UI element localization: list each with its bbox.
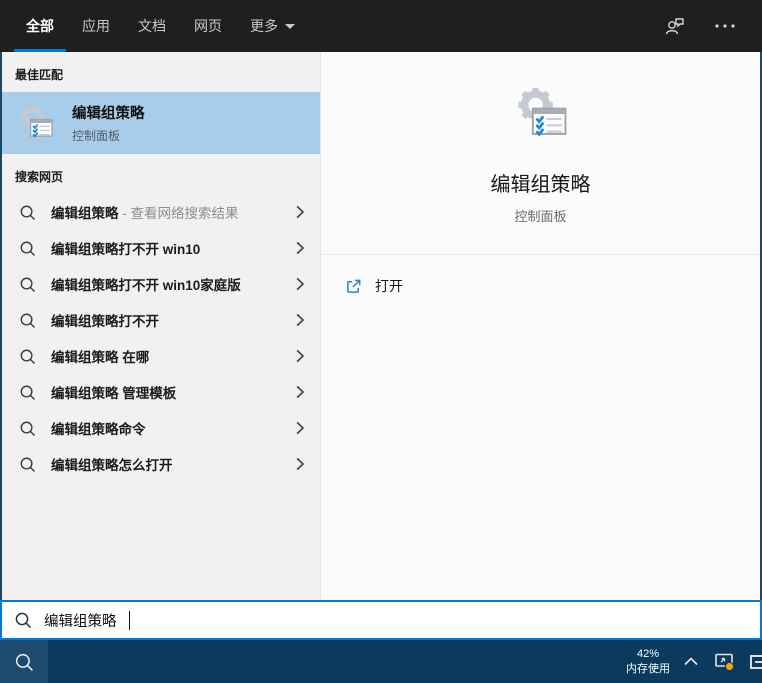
search-icon bbox=[19, 276, 36, 293]
best-match-subtitle: 控制面板 bbox=[72, 129, 121, 143]
best-match-header: 最佳匹配 bbox=[15, 68, 64, 82]
suggestion-row[interactable]: 编辑组策略打不开 bbox=[2, 302, 320, 338]
feedback-icon[interactable] bbox=[664, 15, 686, 37]
tab-apps-label: 应用 bbox=[82, 18, 110, 34]
search-icon bbox=[19, 204, 36, 221]
preview-title: 编辑组策略 bbox=[490, 174, 591, 196]
open-in-new-icon bbox=[345, 278, 362, 295]
text-cursor bbox=[128, 610, 130, 630]
open-action-label: 打开 bbox=[375, 278, 403, 294]
memory-usage-indicator[interactable]: 42% 内存使用 bbox=[626, 647, 670, 676]
memory-percent: 42% bbox=[636, 648, 660, 661]
suggestion-row[interactable]: 编辑组策略命令 bbox=[2, 410, 320, 446]
search-icon bbox=[19, 384, 36, 401]
dropdown-arrow-icon bbox=[285, 23, 295, 29]
suggestion-row[interactable]: 编辑组策略打不开 win10家庭版 bbox=[2, 266, 320, 302]
search-icon bbox=[19, 312, 36, 329]
suggestion-row[interactable]: 编辑组策略打不开 win10 bbox=[2, 230, 320, 266]
topbar-actions bbox=[664, 0, 762, 52]
search-icon bbox=[19, 420, 36, 437]
group-policy-icon bbox=[17, 104, 55, 142]
suggestion-row[interactable]: 编辑组策略怎么打开 bbox=[2, 446, 320, 482]
tab-apps[interactable]: 应用 bbox=[68, 0, 124, 52]
chevron-right-icon bbox=[296, 241, 305, 255]
best-match-title: 编辑组策略 bbox=[72, 106, 145, 122]
search-icon bbox=[19, 456, 36, 473]
taskbar: 42% 内存使用 bbox=[0, 640, 762, 683]
tab-more-label: 更多 bbox=[250, 18, 278, 34]
preview-pane: 编辑组策略 控制面板 打开 bbox=[320, 52, 760, 600]
chevron-right-icon bbox=[296, 205, 305, 219]
preview-divider bbox=[321, 254, 760, 255]
tab-all-label: 全部 bbox=[26, 18, 54, 34]
taskbar-empty-area bbox=[48, 640, 626, 683]
tab-web-label: 网页 bbox=[194, 18, 222, 34]
memory-label: 内存使用 bbox=[626, 662, 670, 675]
chevron-right-icon bbox=[296, 457, 305, 471]
tab-documents-label: 文档 bbox=[138, 18, 166, 34]
chevron-right-icon bbox=[296, 385, 305, 399]
tab-web[interactable]: 网页 bbox=[180, 0, 236, 52]
search-input-value: 编辑组策略 bbox=[44, 613, 117, 630]
search-icon bbox=[14, 611, 32, 629]
suggestion-row[interactable]: 编辑组策略 - 查看网络搜索结果 bbox=[2, 194, 320, 230]
search-filter-tabbar: 全部 应用 文档 网页 更多 bbox=[0, 0, 762, 52]
chevron-right-icon bbox=[296, 421, 305, 435]
suggestion-row[interactable]: 编辑组策略 管理模板 bbox=[2, 374, 320, 410]
taskbar-search-button[interactable] bbox=[0, 640, 48, 683]
group-policy-icon-large bbox=[512, 85, 570, 143]
show-hidden-icons-chevron[interactable] bbox=[682, 653, 700, 670]
search-icon bbox=[19, 240, 36, 257]
chevron-right-icon bbox=[296, 349, 305, 363]
tab-documents[interactable]: 文档 bbox=[124, 0, 180, 52]
search-flyout-window: 全部 应用 文档 网页 更多 最佳匹配 编辑组策略 控制面板 搜索网页 编辑组策… bbox=[0, 0, 762, 683]
tab-all[interactable]: 全部 bbox=[12, 0, 68, 52]
open-action[interactable]: 打开 bbox=[335, 268, 752, 304]
best-match-result[interactable]: 编辑组策略 控制面板 bbox=[2, 92, 320, 154]
search-input[interactable]: 编辑组策略 bbox=[0, 600, 762, 640]
results-pane: 最佳匹配 编辑组策略 控制面板 搜索网页 编辑组策略 - 查看网络搜索结果 编辑… bbox=[2, 52, 320, 600]
suggestion-row[interactable]: 编辑组策略 在哪 bbox=[2, 338, 320, 374]
tray-update-icon[interactable] bbox=[712, 648, 738, 676]
preview-subtitle: 控制面板 bbox=[514, 209, 567, 224]
chevron-right-icon bbox=[296, 277, 305, 291]
more-options-icon[interactable] bbox=[714, 23, 736, 29]
tab-more[interactable]: 更多 bbox=[236, 0, 309, 52]
web-search-header: 搜索网页 bbox=[15, 170, 64, 184]
chevron-right-icon bbox=[296, 313, 305, 327]
tray-network-icon-partial[interactable] bbox=[750, 654, 762, 669]
search-icon bbox=[19, 348, 36, 365]
